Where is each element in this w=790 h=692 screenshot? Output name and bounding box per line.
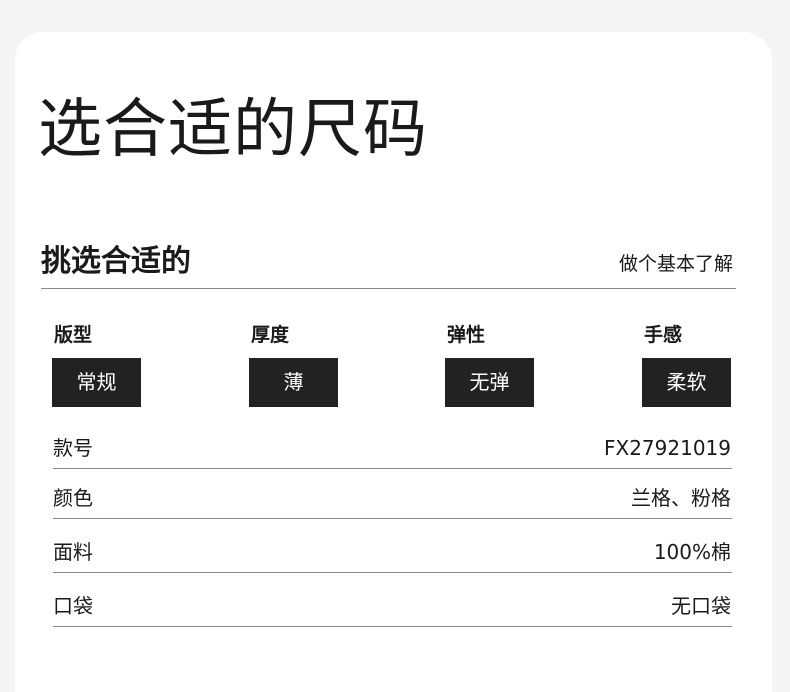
spec-row-fabric: 面料 100%棉 [53, 530, 732, 573]
spec-label: 款号 [53, 436, 93, 460]
attribute-label: 手感 [644, 324, 683, 346]
attribute-hand-feel: 手感 柔软 [642, 322, 732, 407]
spec-value: 无口袋 [671, 594, 731, 618]
spec-row-style-number: 款号 FX27921019 [53, 430, 732, 469]
spec-label: 面料 [53, 540, 93, 564]
attribute-thickness: 厚度 薄 [249, 322, 339, 407]
attribute-label: 厚度 [251, 324, 290, 346]
attribute-label: 弹性 [447, 324, 486, 346]
attribute-label: 版型 [54, 324, 93, 346]
section-header: 挑选合适的 做个基本了解 [41, 238, 736, 289]
attribute-value-badge: 无弹 [445, 358, 534, 407]
section-title: 挑选合适的 [41, 244, 191, 279]
attribute-elasticity: 弹性 无弹 [445, 322, 535, 407]
spec-row-color: 颜色 兰格、粉格 [53, 480, 732, 519]
spec-row-pocket: 口袋 无口袋 [53, 584, 732, 627]
attribute-value-badge: 柔软 [642, 358, 731, 407]
spec-value: FX27921019 [603, 436, 731, 460]
page-title: 选合适的尺码 [38, 93, 428, 167]
spec-label: 颜色 [53, 486, 93, 510]
attribute-fit: 版型 常规 [52, 322, 142, 407]
basic-info-link[interactable]: 做个基本了解 [619, 251, 733, 277]
spec-value: 100%棉 [653, 540, 731, 564]
attribute-value-badge: 薄 [249, 358, 338, 407]
spec-label: 口袋 [53, 594, 93, 618]
spec-value: 兰格、粉格 [631, 486, 731, 510]
attribute-value-badge: 常规 [52, 358, 141, 407]
